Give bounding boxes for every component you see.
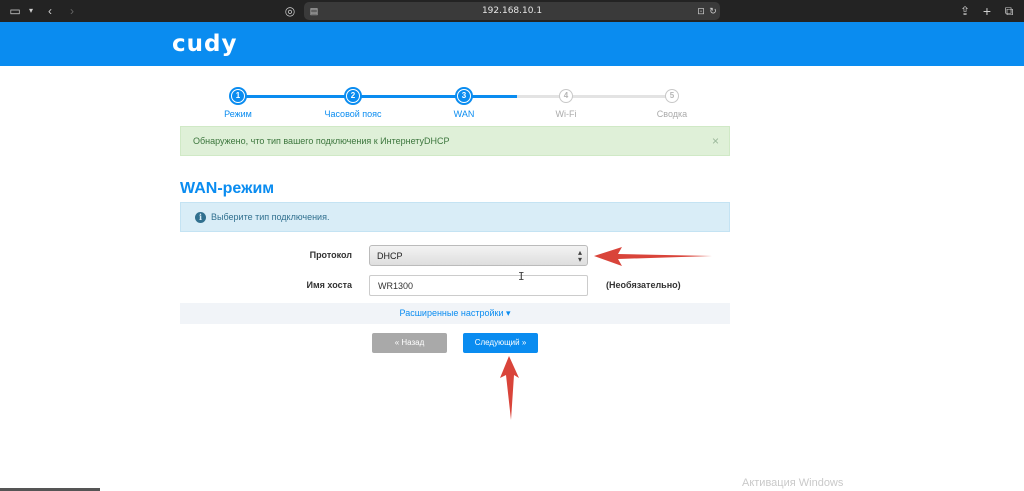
- annotation-arrows: [500, 247, 712, 420]
- windows-activation-watermark: Активация Windows: [742, 477, 844, 489]
- arrow-to-protocol-select-icon: [594, 247, 712, 266]
- page: ▭ ▾ ‹ › ◎ ▤ 192.168.10.1 ⊡ ↻ ⇪ + ⧉ cudy …: [0, 0, 1024, 491]
- arrow-to-next-button-icon: [500, 356, 519, 420]
